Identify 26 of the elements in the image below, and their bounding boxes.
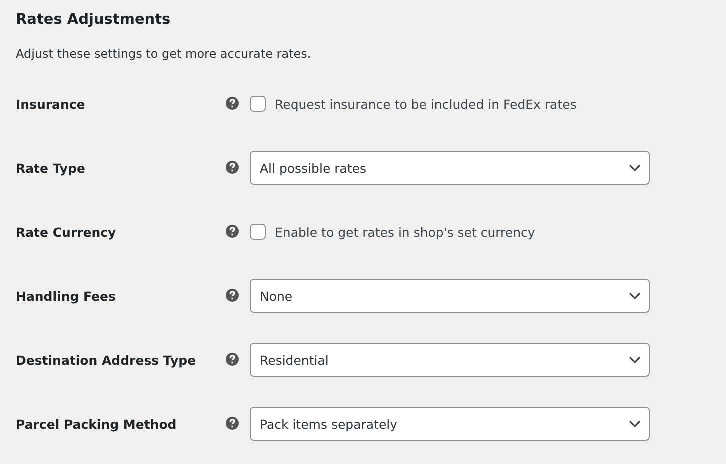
checkbox-label: Request insurance to be included in FedEx rates [275, 96, 577, 112]
dropdown-select[interactable]: Residential [250, 343, 650, 377]
setting-label: Handling Fees [16, 288, 117, 304]
dropdown-select[interactable]: Pack items separately [250, 407, 650, 441]
setting-label: Rate Type [16, 160, 86, 176]
chevron-down-icon [629, 356, 641, 364]
setting-label: Rate Currency [16, 224, 118, 240]
dropdown-select[interactable]: All possible rates [250, 151, 650, 185]
section-title: Rates Adjustments [16, 11, 172, 30]
chevron-down-icon [629, 164, 641, 172]
help-icon[interactable] [226, 288, 239, 302]
checkbox[interactable] [250, 96, 266, 112]
help-icon[interactable] [226, 352, 239, 366]
help-icon[interactable] [226, 96, 239, 110]
checkbox[interactable] [250, 224, 266, 240]
dropdown-select[interactable]: None [250, 279, 650, 313]
checkbox-label: Enable to get rates in shop's set currency [275, 224, 536, 240]
help-icon[interactable] [226, 160, 239, 174]
setting-label: Parcel Packing Method [16, 416, 178, 432]
chevron-down-icon [629, 420, 641, 428]
chevron-down-icon [629, 292, 641, 300]
help-icon[interactable] [226, 224, 239, 238]
section-description: Adjust these settings to get more accurate rates. [16, 46, 312, 63]
help-icon[interactable] [226, 416, 239, 430]
setting-label: Destination Address Type [16, 352, 198, 368]
setting-label: Insurance [16, 96, 86, 112]
